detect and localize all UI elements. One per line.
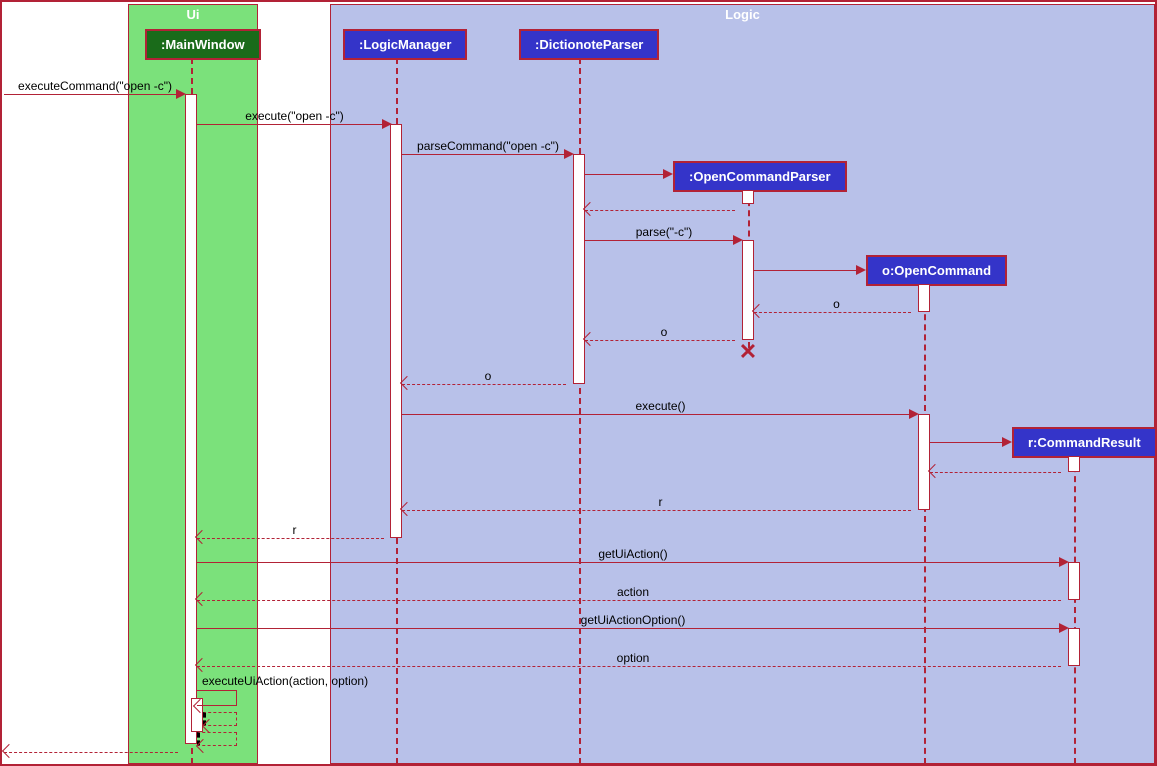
msg-return-o-3: o bbox=[402, 372, 574, 388]
msg-return-option-label: option bbox=[197, 651, 1069, 665]
msg-execute-ui-action bbox=[197, 690, 237, 706]
msg-return-o-1: o bbox=[754, 300, 919, 316]
activation-command-result-2 bbox=[1068, 562, 1080, 600]
participant-dictionote-parser: :DictionoteParser bbox=[519, 29, 659, 60]
msg-execute-open: execute() bbox=[402, 402, 919, 418]
destroy-open-command-parser: ✕ bbox=[738, 342, 758, 362]
activation-open-command-2 bbox=[918, 414, 930, 510]
msg-execute-command-label: executeCommand("open -c") bbox=[4, 79, 186, 93]
participant-command-result: r:CommandResult bbox=[1012, 427, 1157, 458]
participant-open-command-parser: :OpenCommandParser bbox=[673, 161, 847, 192]
participant-open-command: o:OpenCommand bbox=[866, 255, 1007, 286]
msg-return-o-1-label: o bbox=[754, 297, 919, 311]
msg-execute: execute("open -c") bbox=[197, 112, 392, 128]
msg-return-create-command-result bbox=[930, 460, 1069, 476]
msg-return-action: action bbox=[197, 588, 1069, 604]
msg-return-o-2-label: o bbox=[585, 325, 743, 339]
msg-parse-label: parse("-c") bbox=[585, 225, 743, 239]
msg-execute-command: executeCommand("open -c") bbox=[4, 82, 186, 98]
msg-self-return-1 bbox=[203, 712, 237, 726]
activation-open-command-parser-1 bbox=[742, 190, 754, 204]
msg-get-ui-action-option: getUiActionOption() bbox=[197, 616, 1069, 632]
msg-create-open-command bbox=[754, 258, 866, 274]
msg-execute-open-label: execute() bbox=[402, 399, 919, 413]
activation-main-window-1 bbox=[185, 94, 197, 744]
msg-return-r-1-label: r bbox=[402, 495, 919, 509]
msg-self-return-2 bbox=[197, 732, 237, 746]
msg-create-open-command-parser bbox=[585, 162, 673, 178]
activation-open-command-1 bbox=[918, 284, 930, 312]
msg-get-ui-action-label: getUiAction() bbox=[197, 547, 1069, 561]
msg-final-return bbox=[4, 740, 186, 756]
msg-create-command-result bbox=[930, 430, 1012, 446]
msg-parse: parse("-c") bbox=[585, 228, 743, 244]
msg-return-r-1: r bbox=[402, 498, 919, 514]
msg-return-option: option bbox=[197, 654, 1069, 670]
activation-open-command-parser-2 bbox=[742, 240, 754, 340]
msg-parse-command-label: parseCommand("open -c") bbox=[402, 139, 574, 153]
msg-return-o-2: o bbox=[585, 328, 743, 344]
region-logic-title: Logic bbox=[331, 5, 1154, 26]
msg-return-r-2: r bbox=[197, 526, 392, 542]
lifeline-command-result bbox=[1074, 456, 1076, 764]
msg-execute-label: execute("open -c") bbox=[197, 109, 392, 123]
lifeline-open-command bbox=[924, 284, 926, 764]
msg-return-open-command-parser bbox=[585, 198, 743, 214]
msg-execute-ui-action-label: executeUiAction(action, option) bbox=[202, 674, 368, 688]
activation-logic-manager bbox=[390, 124, 402, 538]
msg-parse-command: parseCommand("open -c") bbox=[402, 142, 574, 158]
activation-dictionote-parser bbox=[573, 154, 585, 384]
participant-main-window: :MainWindow bbox=[145, 29, 261, 60]
activation-command-result-1 bbox=[1068, 456, 1080, 472]
sequence-diagram: Ui Logic :MainWindow :LogicManager :Dict… bbox=[0, 0, 1157, 766]
activation-command-result-3 bbox=[1068, 628, 1080, 666]
msg-get-ui-action: getUiAction() bbox=[197, 550, 1069, 566]
participant-logic-manager: :LogicManager bbox=[343, 29, 467, 60]
msg-return-o-3-label: o bbox=[402, 369, 574, 383]
msg-get-ui-action-option-label: getUiActionOption() bbox=[197, 613, 1069, 627]
region-ui-title: Ui bbox=[129, 5, 257, 26]
msg-return-r-2-label: r bbox=[197, 523, 392, 537]
msg-return-action-label: action bbox=[197, 585, 1069, 599]
